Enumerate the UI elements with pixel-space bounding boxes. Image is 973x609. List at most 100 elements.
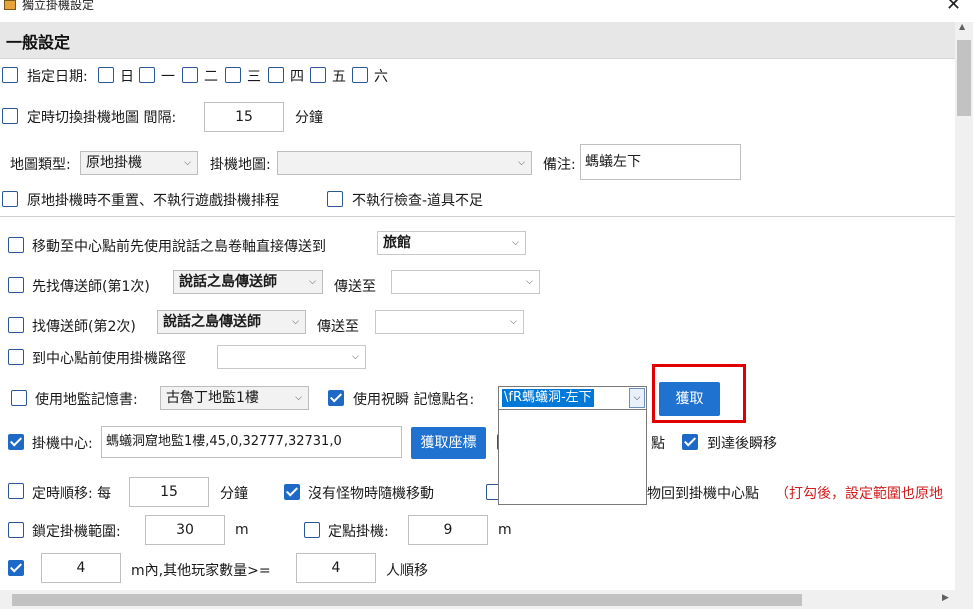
center-label: 掛機中心: bbox=[32, 436, 93, 452]
chevron-down-icon[interactable]: ⌵ bbox=[629, 388, 645, 408]
scroll-up-icon[interactable]: ▲ bbox=[959, 22, 965, 31]
center-option-label: 點 bbox=[651, 436, 665, 452]
timer-interval-input[interactable]: 15 bbox=[129, 477, 209, 507]
timer-checkbox[interactable] bbox=[8, 483, 24, 499]
day-checkbox-fri[interactable] bbox=[310, 67, 326, 83]
lock-range-checkbox[interactable] bbox=[8, 522, 24, 538]
teleporter2-label: 找傳送師(第2次) bbox=[32, 319, 136, 335]
day-label-wed: 三 bbox=[247, 69, 261, 85]
chevron-down-icon: ⌵ bbox=[518, 158, 525, 168]
chevron-down-icon: ⌵ bbox=[526, 277, 533, 287]
note-label: 備注: bbox=[543, 157, 576, 173]
random-move-checkbox[interactable] bbox=[284, 484, 300, 500]
memory-book-value: 古魯丁地監1樓 bbox=[166, 390, 259, 406]
teleporter2-destination-dropdown[interactable]: ⌵ bbox=[375, 310, 524, 334]
day-checkbox-sat[interactable] bbox=[352, 67, 368, 83]
day-checkbox-mon[interactable] bbox=[139, 67, 155, 83]
no-check-checkbox[interactable] bbox=[327, 191, 343, 207]
day-label-tue: 二 bbox=[204, 69, 218, 85]
chevron-down-icon: ⌵ bbox=[512, 238, 519, 248]
fixed-point-checkbox[interactable] bbox=[304, 522, 320, 538]
bless-memory-selected-text[interactable]: \fR螞蟻洞-左下 bbox=[502, 389, 594, 407]
horizontal-scroll-thumb[interactable] bbox=[12, 594, 802, 606]
scroll-right-icon[interactable]: ▶ bbox=[942, 593, 949, 603]
players-count-input[interactable]: 4 bbox=[296, 553, 376, 583]
close-icon[interactable]: ✕ bbox=[946, 0, 961, 15]
no-reset-label: 原地掛機時不重置、不執行遊戲掛機排程 bbox=[27, 193, 279, 209]
highlight-annotation bbox=[652, 364, 746, 423]
day-label-mon: 一 bbox=[161, 69, 175, 85]
chevron-down-icon: ⌵ bbox=[184, 158, 191, 168]
day-checkbox-thu[interactable] bbox=[268, 67, 284, 83]
teleporter1-destination-dropdown[interactable]: ⌵ bbox=[391, 270, 540, 294]
timer-unit: 分鐘 bbox=[220, 486, 248, 502]
memory-book-dropdown[interactable]: 古魯丁地監1樓 ⌵ bbox=[160, 386, 309, 410]
path-dropdown[interactable]: ⌵ bbox=[217, 345, 366, 369]
map-switch-interval-input[interactable]: 15 bbox=[204, 102, 284, 132]
title-bar bbox=[0, 0, 973, 14]
map-switch-checkbox[interactable] bbox=[2, 108, 18, 124]
map-label: 掛機地圖: bbox=[210, 157, 271, 173]
day-label-thu: 四 bbox=[290, 69, 304, 85]
section-title: 一般設定 bbox=[6, 33, 71, 52]
path-checkbox[interactable] bbox=[8, 349, 24, 365]
note-input[interactable]: 螞蟻左下 bbox=[580, 144, 741, 180]
day-checkbox-wed[interactable] bbox=[225, 67, 241, 83]
no-check-label: 不執行檢查-道具不足 bbox=[352, 193, 484, 209]
teleport-scroll-label: 移動至中心點前先使用說話之島卷軸直接傳送到 bbox=[32, 239, 326, 255]
no-reset-checkbox[interactable] bbox=[2, 191, 18, 207]
chevron-down-icon: ⌵ bbox=[352, 352, 359, 362]
teleporter1-to-label: 傳送至 bbox=[334, 279, 376, 295]
players-checkbox[interactable] bbox=[8, 560, 24, 576]
day-checkbox-tue[interactable] bbox=[182, 67, 198, 83]
path-label: 到中心點前使用掛機路徑 bbox=[32, 351, 186, 367]
app-icon bbox=[4, 0, 16, 10]
after-arrive-label: 到達後瞬移 bbox=[707, 436, 777, 452]
lock-range-input[interactable]: 30 bbox=[145, 515, 225, 545]
center-input[interactable]: 螞蟻洞窟地監1樓,45,0,32777,32731,0 bbox=[101, 426, 402, 458]
bless-memory-dropdown-list[interactable] bbox=[498, 409, 647, 505]
bless-checkbox[interactable] bbox=[328, 390, 344, 406]
scrollbar-corner bbox=[955, 590, 973, 609]
players-distance-input[interactable]: 4 bbox=[41, 553, 121, 583]
day-label-sun: 日 bbox=[120, 69, 134, 85]
lock-range-label: 鎖定掛機範圍: bbox=[32, 524, 121, 540]
teleporter1-npc-value: 說話之島傳送師 bbox=[179, 274, 277, 290]
map-switch-unit: 分鐘 bbox=[295, 110, 323, 126]
center-checkbox[interactable] bbox=[8, 434, 24, 450]
bless-label: 使用祝瞬 記憶點名: bbox=[353, 392, 475, 408]
map-type-dropdown[interactable]: 原地掛機 ⌵ bbox=[80, 151, 198, 175]
players-unit: 人順移 bbox=[386, 563, 428, 579]
timer-label: 定時順移: 每 bbox=[32, 486, 112, 502]
section-header: 一般設定 bbox=[0, 22, 955, 59]
teleporter1-checkbox[interactable] bbox=[8, 277, 24, 293]
teleport-scroll-checkbox[interactable] bbox=[8, 237, 24, 253]
teleport-scroll-value: 旅館 bbox=[383, 235, 411, 251]
teleporter2-checkbox[interactable] bbox=[8, 317, 24, 333]
players-text: m內,其他玩家數量>= bbox=[131, 563, 271, 579]
chevron-down-icon: ⌵ bbox=[309, 277, 316, 287]
after-arrive-checkbox[interactable] bbox=[682, 434, 698, 450]
memory-book-checkbox[interactable] bbox=[11, 390, 27, 406]
vertical-scroll-thumb[interactable] bbox=[957, 40, 971, 116]
teleporter1-label: 先找傳送師(第1次) bbox=[32, 279, 150, 295]
fetch-coords-button[interactable]: 獲取座標 bbox=[411, 427, 486, 459]
map-dropdown[interactable]: ⌵ bbox=[277, 151, 532, 175]
teleporter1-npc-dropdown[interactable]: 說話之島傳送師 ⌵ bbox=[173, 270, 323, 294]
memory-book-label: 使用地監記憶書: bbox=[35, 392, 138, 408]
schedule-checkbox[interactable] bbox=[2, 67, 18, 83]
chevron-down-icon: ⌵ bbox=[292, 317, 299, 327]
map-switch-label: 定時切換掛機地圖 間隔: bbox=[27, 110, 177, 126]
fixed-point-input[interactable]: 9 bbox=[408, 515, 488, 545]
map-type-value: 原地掛機 bbox=[86, 155, 142, 171]
teleporter2-to-label: 傳送至 bbox=[317, 319, 359, 335]
return-center-label: 物回到掛機中心點 bbox=[647, 486, 759, 502]
teleporter2-npc-dropdown[interactable]: 說話之島傳送師 ⌵ bbox=[157, 310, 306, 334]
return-center-note: （打勾後，設定範圍也原地 bbox=[775, 486, 943, 502]
map-type-label: 地圖類型: bbox=[10, 157, 71, 173]
window-title: 獨立掛機設定 bbox=[22, 0, 95, 12]
divider bbox=[0, 216, 955, 217]
day-checkbox-sun[interactable] bbox=[98, 67, 114, 83]
random-move-label: 沒有怪物時隨機移動 bbox=[308, 486, 434, 502]
teleport-scroll-dropdown[interactable]: 旅館 ⌵ bbox=[377, 231, 526, 255]
